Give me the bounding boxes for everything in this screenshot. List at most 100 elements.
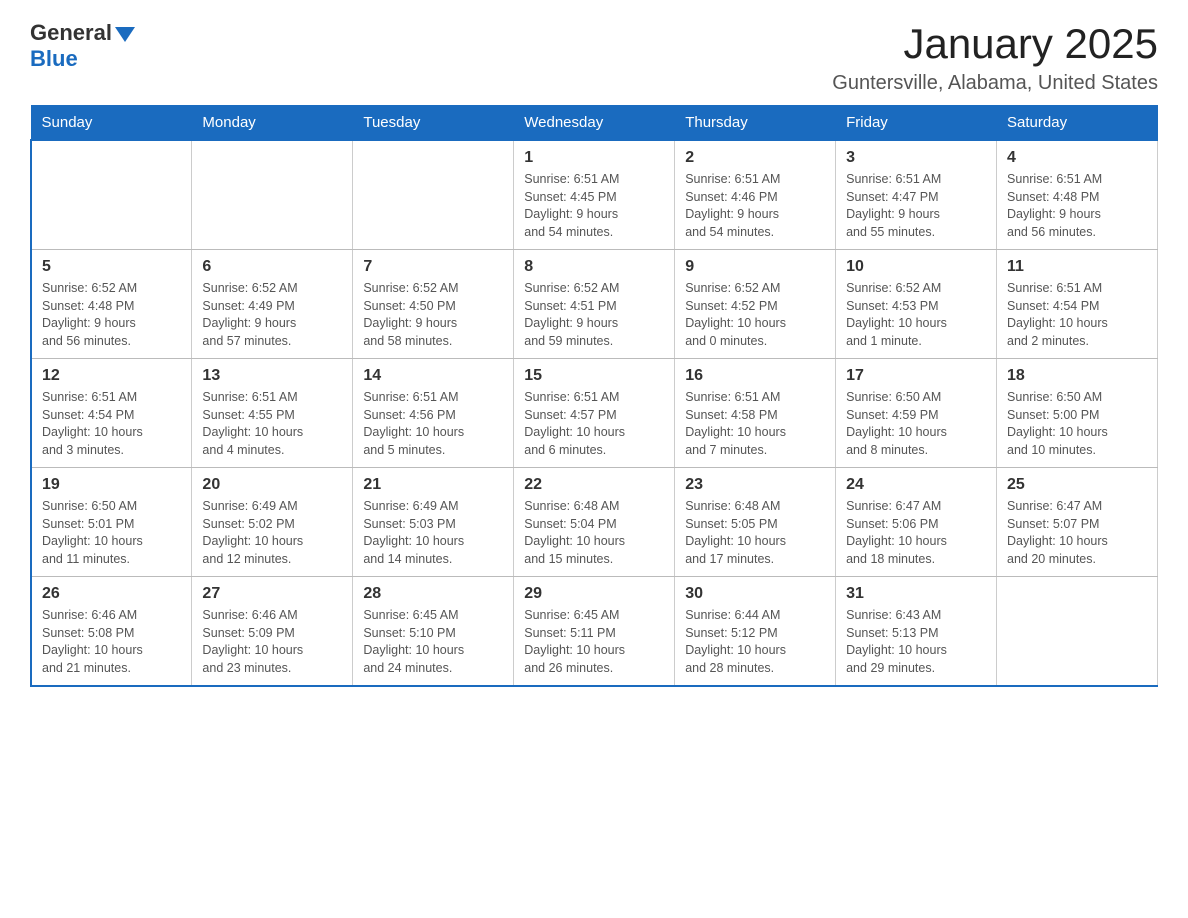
day-number: 29	[524, 585, 664, 603]
day-header-wednesday: Wednesday	[514, 106, 675, 141]
day-info: Sunrise: 6:52 AM Sunset: 4:50 PM Dayligh…	[363, 280, 503, 350]
day-number: 18	[1007, 367, 1147, 385]
day-number: 7	[363, 258, 503, 276]
day-info: Sunrise: 6:51 AM Sunset: 4:56 PM Dayligh…	[363, 389, 503, 459]
calendar-cell: 14 Sunrise: 6:51 AM Sunset: 4:56 PM Dayli…	[353, 359, 514, 468]
day-info: Sunrise: 6:52 AM Sunset: 4:52 PM Dayligh…	[685, 280, 825, 350]
day-number: 17	[846, 367, 986, 385]
day-info: Sunrise: 6:51 AM Sunset: 4:55 PM Dayligh…	[202, 389, 342, 459]
calendar-cell	[31, 140, 192, 250]
day-info: Sunrise: 6:52 AM Sunset: 4:49 PM Dayligh…	[202, 280, 342, 350]
calendar-cell: 20Sunrise: 6:49 AM Sunset: 5:02 PM Dayli…	[192, 468, 353, 577]
day-info: Sunrise: 6:52 AM Sunset: 4:53 PM Dayligh…	[846, 280, 986, 350]
day-info: Sunrise: 6:49 AM Sunset: 5:02 PM Dayligh…	[202, 498, 342, 568]
page-header: General Blue January 2025 Guntersville, …	[30, 20, 1158, 95]
day-info: Sunrise: 6:47 AM Sunset: 5:07 PM Dayligh…	[1007, 498, 1147, 568]
day-number: 5	[42, 258, 181, 276]
day-info: Sunrise: 6:51 AM Sunset: 4:57 PM Dayligh…	[524, 389, 664, 459]
day-info: Sunrise: 6:51 AM Sunset: 4:46 PM Dayligh…	[685, 171, 825, 241]
calendar-cell	[192, 140, 353, 250]
calendar-cell: 29 Sunrise: 6:45 AM Sunset: 5:11 PM Dayli…	[514, 577, 675, 687]
calendar-cell: 6 Sunrise: 6:52 AM Sunset: 4:49 PM Daylig…	[192, 250, 353, 359]
day-number: 14	[363, 367, 503, 385]
day-number: 9	[685, 258, 825, 276]
day-header-saturday: Saturday	[997, 106, 1158, 141]
day-info: Sunrise: 6:50 AM Sunset: 4:59 PM Dayligh…	[846, 389, 986, 459]
day-info: Sunrise: 6:48 AM Sunset: 5:04 PM Dayligh…	[524, 498, 664, 568]
day-info: Sunrise: 6:51 AM Sunset: 4:48 PM Dayligh…	[1007, 171, 1147, 241]
calendar-cell: 11 Sunrise: 6:51 AM Sunset: 4:54 PM Dayli…	[997, 250, 1158, 359]
day-number: 22	[524, 476, 664, 494]
day-number: 1	[524, 149, 664, 167]
day-number: 27	[202, 585, 342, 603]
calendar-week-row: 26Sunrise: 6:46 AM Sunset: 5:08 PM Dayli…	[31, 577, 1158, 687]
calendar-header-row: SundayMondayTuesdayWednesdayThursdayFrid…	[31, 106, 1158, 141]
calendar-cell: 25Sunrise: 6:47 AM Sunset: 5:07 PM Dayli…	[997, 468, 1158, 577]
day-number: 24	[846, 476, 986, 494]
calendar-cell: 9 Sunrise: 6:52 AM Sunset: 4:52 PM Daylig…	[675, 250, 836, 359]
day-number: 30	[685, 585, 825, 603]
calendar-cell: 12Sunrise: 6:51 AM Sunset: 4:54 PM Dayli…	[31, 359, 192, 468]
day-info: Sunrise: 6:51 AM Sunset: 4:47 PM Dayligh…	[846, 171, 986, 241]
calendar-week-row: 19Sunrise: 6:50 AM Sunset: 5:01 PM Dayli…	[31, 468, 1158, 577]
calendar-cell: 2 Sunrise: 6:51 AM Sunset: 4:46 PM Daylig…	[675, 140, 836, 250]
calendar-cell: 27 Sunrise: 6:46 AM Sunset: 5:09 PM Dayli…	[192, 577, 353, 687]
calendar-cell: 28 Sunrise: 6:45 AM Sunset: 5:10 PM Dayli…	[353, 577, 514, 687]
day-header-thursday: Thursday	[675, 106, 836, 141]
day-number: 6	[202, 258, 342, 276]
day-number: 8	[524, 258, 664, 276]
logo-general-text: General	[30, 20, 112, 46]
calendar-cell: 3Sunrise: 6:51 AM Sunset: 4:47 PM Daylig…	[836, 140, 997, 250]
day-info: Sunrise: 6:51 AM Sunset: 4:58 PM Dayligh…	[685, 389, 825, 459]
day-number: 16	[685, 367, 825, 385]
day-number: 2	[685, 149, 825, 167]
calendar-title: January 2025	[832, 20, 1158, 68]
day-number: 13	[202, 367, 342, 385]
calendar-cell	[997, 577, 1158, 687]
calendar-cell: 30Sunrise: 6:44 AM Sunset: 5:12 PM Dayli…	[675, 577, 836, 687]
day-info: Sunrise: 6:45 AM Sunset: 5:11 PM Dayligh…	[524, 607, 664, 677]
calendar-cell: 1 Sunrise: 6:51 AM Sunset: 4:45 PM Daylig…	[514, 140, 675, 250]
calendar-cell: 18 Sunrise: 6:50 AM Sunset: 5:00 PM Dayli…	[997, 359, 1158, 468]
day-info: Sunrise: 6:45 AM Sunset: 5:10 PM Dayligh…	[363, 607, 503, 677]
calendar-cell: 10Sunrise: 6:52 AM Sunset: 4:53 PM Dayli…	[836, 250, 997, 359]
calendar-cell: 8 Sunrise: 6:52 AM Sunset: 4:51 PM Daylig…	[514, 250, 675, 359]
calendar-week-row: 12Sunrise: 6:51 AM Sunset: 4:54 PM Dayli…	[31, 359, 1158, 468]
day-info: Sunrise: 6:52 AM Sunset: 4:48 PM Dayligh…	[42, 280, 181, 350]
calendar-cell: 23 Sunrise: 6:48 AM Sunset: 5:05 PM Dayli…	[675, 468, 836, 577]
day-info: Sunrise: 6:48 AM Sunset: 5:05 PM Dayligh…	[685, 498, 825, 568]
calendar-cell	[353, 140, 514, 250]
day-number: 15	[524, 367, 664, 385]
calendar-cell: 17 Sunrise: 6:50 AM Sunset: 4:59 PM Dayli…	[836, 359, 997, 468]
calendar-week-row: 1 Sunrise: 6:51 AM Sunset: 4:45 PM Daylig…	[31, 140, 1158, 250]
logo: General Blue	[30, 20, 135, 72]
logo-blue-text: Blue	[30, 46, 78, 72]
day-number: 23	[685, 476, 825, 494]
day-number: 11	[1007, 258, 1147, 276]
day-info: Sunrise: 6:46 AM Sunset: 5:09 PM Dayligh…	[202, 607, 342, 677]
calendar-cell: 13 Sunrise: 6:51 AM Sunset: 4:55 PM Dayli…	[192, 359, 353, 468]
calendar-cell: 16 Sunrise: 6:51 AM Sunset: 4:58 PM Dayli…	[675, 359, 836, 468]
calendar-cell: 26Sunrise: 6:46 AM Sunset: 5:08 PM Dayli…	[31, 577, 192, 687]
day-info: Sunrise: 6:43 AM Sunset: 5:13 PM Dayligh…	[846, 607, 986, 677]
calendar-cell: 22 Sunrise: 6:48 AM Sunset: 5:04 PM Dayli…	[514, 468, 675, 577]
day-header-sunday: Sunday	[31, 106, 192, 141]
day-info: Sunrise: 6:50 AM Sunset: 5:00 PM Dayligh…	[1007, 389, 1147, 459]
day-info: Sunrise: 6:51 AM Sunset: 4:45 PM Dayligh…	[524, 171, 664, 241]
day-info: Sunrise: 6:49 AM Sunset: 5:03 PM Dayligh…	[363, 498, 503, 568]
calendar-cell: 21Sunrise: 6:49 AM Sunset: 5:03 PM Dayli…	[353, 468, 514, 577]
calendar-week-row: 5 Sunrise: 6:52 AM Sunset: 4:48 PM Daylig…	[31, 250, 1158, 359]
day-header-monday: Monday	[192, 106, 353, 141]
calendar-cell: 19Sunrise: 6:50 AM Sunset: 5:01 PM Dayli…	[31, 468, 192, 577]
day-info: Sunrise: 6:50 AM Sunset: 5:01 PM Dayligh…	[42, 498, 181, 568]
calendar-cell: 24Sunrise: 6:47 AM Sunset: 5:06 PM Dayli…	[836, 468, 997, 577]
day-number: 28	[363, 585, 503, 603]
calendar-cell: 5 Sunrise: 6:52 AM Sunset: 4:48 PM Daylig…	[31, 250, 192, 359]
day-info: Sunrise: 6:52 AM Sunset: 4:51 PM Dayligh…	[524, 280, 664, 350]
day-info: Sunrise: 6:51 AM Sunset: 4:54 PM Dayligh…	[1007, 280, 1147, 350]
calendar-cell: 15 Sunrise: 6:51 AM Sunset: 4:57 PM Dayli…	[514, 359, 675, 468]
day-number: 4	[1007, 149, 1147, 167]
calendar-table: SundayMondayTuesdayWednesdayThursdayFrid…	[30, 105, 1158, 687]
calendar-cell: 4 Sunrise: 6:51 AM Sunset: 4:48 PM Daylig…	[997, 140, 1158, 250]
day-number: 26	[42, 585, 181, 603]
